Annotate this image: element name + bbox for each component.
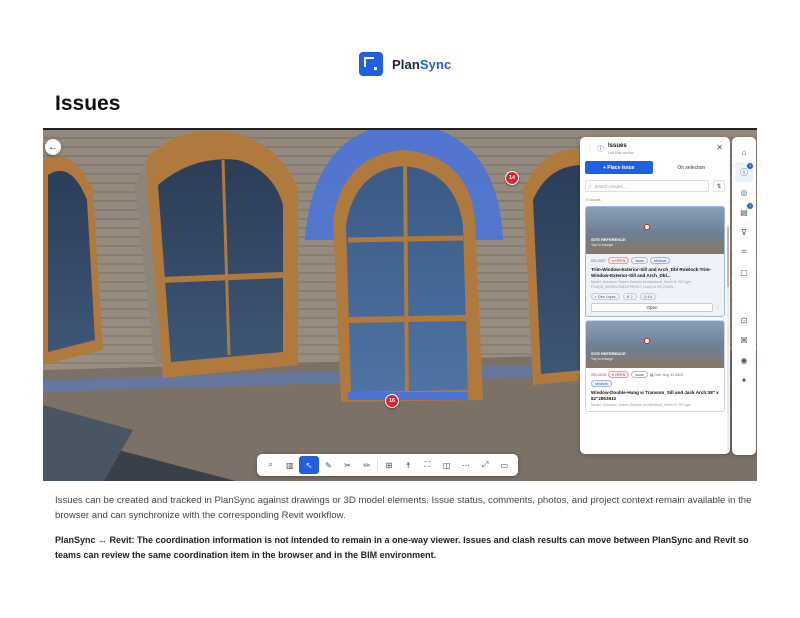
issues-panel-header: ⋮ ⓘ Issues List this model ✕: [580, 137, 730, 159]
clipboard-icon[interactable]: ▢: [735, 262, 753, 282]
expand-icon[interactable]: ⤢: [476, 456, 495, 474]
thumbnail-hint: Tap to enlarge: [591, 243, 614, 247]
issue-meta: Model: Snowdon Towers Sample Architectur…: [591, 403, 692, 407]
search-placeholder: Search issues...: [594, 183, 627, 189]
display-icon[interactable]: ▭: [495, 456, 514, 474]
issue-id: ISS-0027: [591, 258, 606, 263]
thumbnail-reference-label: SITE REFERENCE: [591, 237, 626, 242]
revit-sync-note-text: PlanSync ↔ Revit: The coordination infor…: [55, 535, 749, 560]
scrollbar-thumb[interactable]: [727, 227, 729, 287]
age-chip: ◷ 14: [639, 293, 656, 300]
filter-icon[interactable]: ⊽: [735, 222, 753, 242]
pen-icon[interactable]: ✏: [357, 456, 376, 474]
model-viewer[interactable]: ← 14 16 ⌕ ▥ ↖ ✎ ✂ ✏ ⊞ ☨ ⛶ ◫ ⋯ ⤢ ▭ ⋮ ⓘ Is…: [43, 128, 757, 481]
home-icon[interactable]: ⌂: [735, 142, 753, 162]
open-issue-button[interactable]: Open: [591, 303, 714, 312]
on-selection-tab[interactable]: On selection: [658, 161, 726, 174]
toolbar-divider: [377, 459, 379, 471]
priority-badge: Minimal: [649, 257, 671, 264]
status-badge: ● OPEN: [607, 371, 630, 378]
person-icon[interactable]: ☨: [399, 456, 418, 474]
cursor-icon[interactable]: ↖: [299, 456, 319, 474]
sheets-badge: 3: [747, 203, 753, 209]
more-icon[interactable]: ⋯: [456, 456, 475, 474]
issue-pin[interactable]: 14: [505, 171, 519, 185]
issue-thumbnail[interactable]: SITE REFERENCE Tap to enlarge: [586, 321, 724, 368]
more-options-icon[interactable]: ◌: [716, 305, 719, 311]
issue-thumbnail[interactable]: SITE REFERENCE Tap to enlarge: [586, 207, 724, 254]
viewer-toolbar: ⌕ ▥ ↖ ✎ ✂ ✏ ⊞ ☨ ⛶ ◫ ⋯ ⤢ ▭: [257, 454, 518, 476]
reference-pin-icon: [644, 338, 650, 344]
sparkle-icon[interactable]: ✦: [735, 370, 753, 390]
issue-id: ISS-0028: [591, 372, 606, 377]
description-text: Issues can be created and tracked in Pla…: [55, 495, 752, 521]
issue-pin[interactable]: 16: [385, 394, 399, 408]
issue-card[interactable]: SITE REFERENCE Tap to enlarge ISS-0028 ●…: [585, 320, 725, 412]
type-badge: Issue: [631, 257, 648, 264]
clash-icon[interactable]: ◎: [735, 182, 753, 202]
info-icon: ⓘ: [597, 146, 604, 153]
eye-icon[interactable]: ◉: [735, 350, 753, 370]
due-date: ▦ Due: Aug 31 2024: [649, 372, 684, 377]
issue-title: Window-Double-Hung w Transom_Sill and Ja…: [591, 390, 719, 401]
search-icon[interactable]: ⌕: [261, 456, 280, 474]
issue-title: Trim-Window-Exterior-Sill and Arch_Dbl R…: [591, 267, 712, 278]
status-badge: ● OPEN: [607, 257, 630, 264]
revit-sync-note: PlanSync ↔ Revit: The coordination infor…: [55, 533, 755, 563]
thumbnail-reference-label: SITE REFERENCE: [591, 351, 626, 356]
crop-icon[interactable]: ⌗: [735, 242, 753, 262]
issue-count: 5 issues: [586, 197, 601, 202]
sheets-icon[interactable]: ▤ 3: [735, 202, 753, 222]
back-button[interactable]: ←: [45, 139, 61, 155]
comments-chip: ⊘ 2: [622, 293, 637, 300]
issues-panel: ⋮ ⓘ Issues List this model ✕ + Place iss…: [580, 137, 730, 454]
right-tool-rail: ⌂ ⓘ 4 ◎ ▤ 3 ⊽ ⌗ ▢ ⊡ ⌘ ◉ ✦: [732, 137, 756, 455]
search-icon: ⌕: [589, 183, 592, 189]
close-icon[interactable]: ✕: [716, 143, 723, 152]
type-badge: Issue: [631, 371, 648, 378]
scan-icon[interactable]: ⊡: [735, 310, 753, 330]
hierarchy-icon[interactable]: ⌘: [735, 330, 753, 350]
issue-card[interactable]: SITE REFERENCE Tap to enlarge ISS-0027 ●…: [585, 206, 725, 317]
chart-icon[interactable]: ▥: [280, 456, 299, 474]
logo-text: PlanSync: [392, 56, 452, 72]
reference-pin-icon: [644, 224, 650, 230]
priority-badge: Medium: [591, 380, 612, 387]
grid-icon[interactable]: ⊞: [379, 456, 398, 474]
split-icon[interactable]: ◫: [437, 456, 456, 474]
page-title: Issues: [55, 92, 121, 115]
sort-filter-button[interactable]: ⇅: [713, 180, 725, 192]
scissors-icon[interactable]: ✂: [338, 456, 357, 474]
issue-search-input[interactable]: ⌕ Search issues...: [585, 180, 709, 192]
assignee-chip: ◐ Dee Lopez: [591, 293, 620, 300]
issue-meta: Model: Snowdon Towers Sample Architectur…: [591, 280, 692, 289]
issues-badge: 4: [747, 163, 753, 169]
measure-icon[interactable]: ✎: [319, 456, 338, 474]
plansync-logo: PlanSync: [359, 52, 451, 76]
issues-icon[interactable]: ⓘ 4: [735, 162, 753, 182]
place-issue-button[interactable]: + Place issue: [585, 161, 653, 174]
thumbnail-hint: Tap to enlarge: [591, 357, 614, 361]
issues-panel-title: Issues: [608, 143, 627, 149]
frame-icon[interactable]: ⛶: [418, 456, 437, 474]
logo-mark-icon: [359, 52, 383, 76]
issues-panel-subtitle: List this model: [608, 150, 634, 155]
drag-handle-icon[interactable]: ⋮: [587, 145, 593, 152]
